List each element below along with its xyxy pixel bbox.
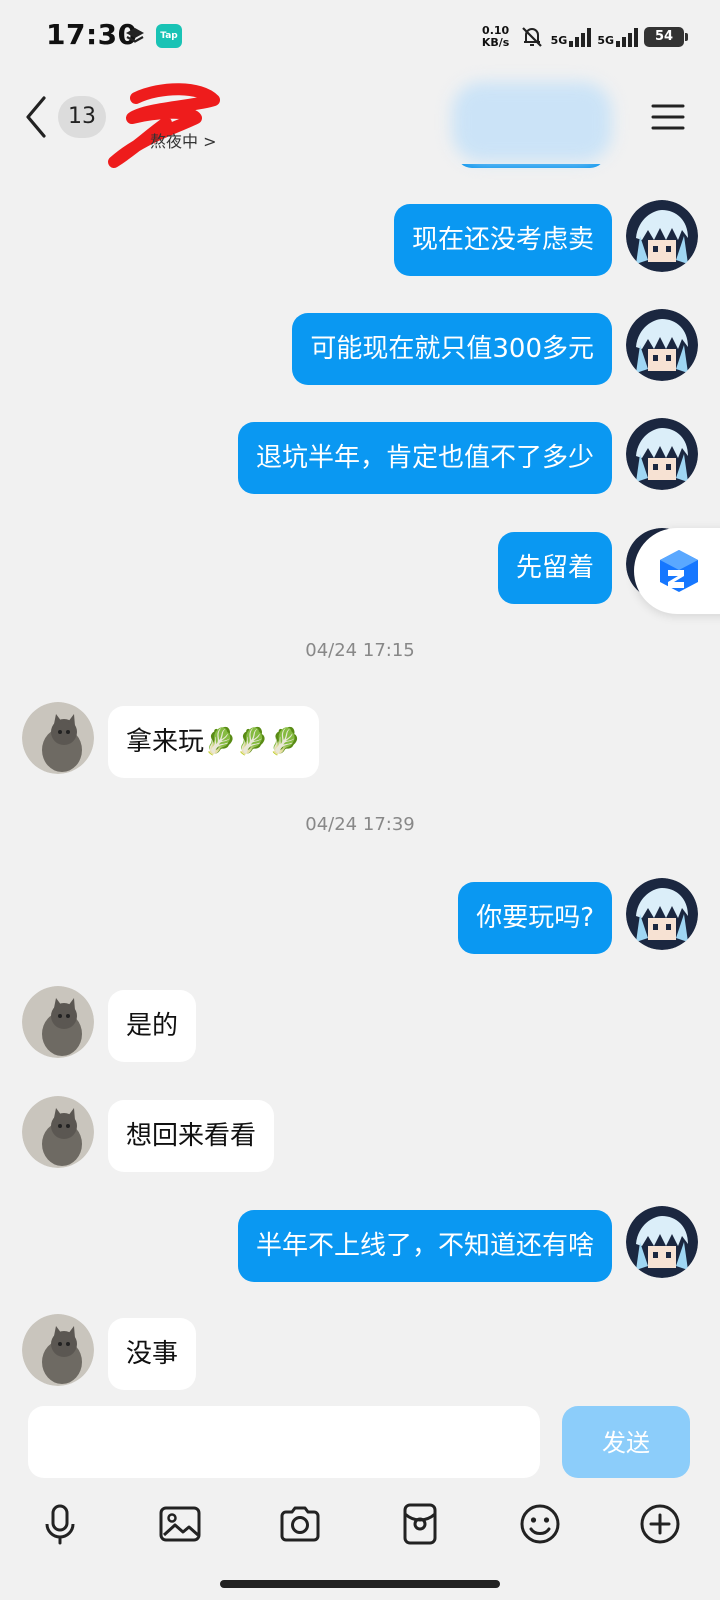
self-avatar[interactable] [626, 200, 698, 272]
message-bubble-incoming[interactable]: 拿来玩🥬🥬🥬 [108, 706, 320, 778]
back-arrow-icon[interactable] [22, 94, 52, 140]
send-button[interactable]: 发送 [562, 1406, 690, 1478]
status-bar: 17:30 Tap 0.10 KB/s 5G 5G 54 [0, 0, 720, 72]
message-bubble-incoming[interactable]: 想回来看看 [108, 1100, 275, 1172]
self-avatar[interactable] [626, 309, 698, 381]
message-bubble-outgoing[interactable]: 退坑半年，肯定也值不了多少 [237, 422, 612, 494]
message-input[interactable] [28, 1406, 540, 1478]
message-bubble-incoming[interactable]: 是的 [108, 990, 197, 1062]
contact-status[interactable]: 熬夜中 > [150, 128, 217, 152]
home-indicator[interactable] [220, 1580, 500, 1588]
signal-icon-2: 5G [597, 27, 638, 47]
message-bubble-outgoing[interactable]: 半年不上线了，不知道还有啥 [237, 1210, 612, 1282]
self-avatar[interactable] [626, 878, 698, 950]
floating-assistant-button[interactable] [634, 528, 720, 614]
battery-icon: 54 [644, 27, 688, 47]
contact-avatar[interactable] [22, 702, 94, 774]
tap-app-icon: Tap [156, 24, 182, 48]
cube-logo-icon [660, 550, 698, 592]
message-bubble-outgoing[interactable]: 现在还没考虑卖 [393, 204, 612, 276]
plus-icon[interactable] [638, 1502, 682, 1546]
blurred-region [452, 82, 612, 162]
redaction-scribble [108, 83, 220, 168]
message-bubble-outgoing[interactable]: 可能现在就只值300多元 [292, 313, 612, 385]
message-bubble-outgoing[interactable]: 先留着 [497, 532, 612, 604]
timestamp: 04/24 17:15 [305, 640, 415, 661]
red-packet-icon[interactable] [398, 1502, 442, 1546]
timestamp: 04/24 17:39 [305, 814, 415, 835]
message-bubble-outgoing[interactable]: 你要玩吗? [458, 882, 612, 954]
layers-icon [126, 28, 144, 43]
unread-count-badge[interactable]: 13 [58, 96, 106, 138]
signal-icon: 5G [551, 27, 592, 47]
net-speed: 0.10 KB/s [481, 24, 510, 49]
microphone-icon[interactable] [38, 1502, 82, 1546]
image-icon[interactable] [158, 1502, 202, 1546]
chat-header: 13 熬夜中 > [0, 72, 720, 168]
emoji-icon[interactable] [518, 1502, 562, 1546]
self-avatar[interactable] [626, 1206, 698, 1278]
self-avatar[interactable] [626, 418, 698, 490]
menu-icon[interactable] [650, 102, 686, 132]
message-bubble-incoming[interactable]: 没事 [108, 1318, 197, 1390]
contact-avatar[interactable] [22, 1314, 94, 1386]
camera-icon[interactable] [278, 1502, 322, 1546]
bell-muted-icon [521, 27, 542, 47]
contact-avatar[interactable] [22, 986, 94, 1058]
input-area: 发送 [0, 1392, 720, 1600]
contact-avatar[interactable] [22, 1096, 94, 1168]
